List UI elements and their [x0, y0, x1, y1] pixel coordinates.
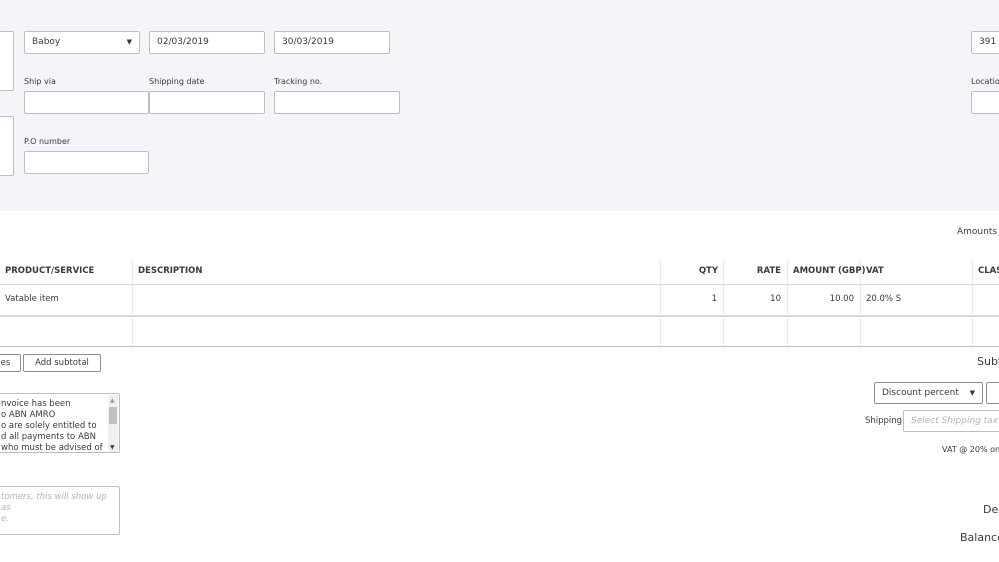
table-bottom-border: [0, 346, 999, 347]
discount-type-select[interactable]: Discount percent ▼: [874, 382, 983, 404]
placeholder-line: tomers, this will show up as: [1, 492, 107, 513]
col-rate: RATE: [756, 266, 781, 276]
cell-product[interactable]: Vatable item: [5, 294, 59, 304]
message-line: o are solely entitled to: [1, 421, 97, 431]
shipping-date-field[interactable]: [149, 91, 265, 114]
empty-table-row[interactable]: [0, 317, 999, 346]
scroll-up-icon[interactable]: ▲: [110, 395, 115, 406]
col-vat: VAT: [866, 266, 884, 276]
terms-select[interactable]: Baboy ▼: [24, 31, 140, 54]
cell-amount[interactable]: 10.00: [787, 294, 854, 304]
caret-down-icon: ▼: [969, 389, 975, 397]
shipping-tax-select[interactable]: Select Shipping tax: [903, 410, 999, 432]
terms-value: Baboy: [32, 37, 61, 47]
clear-lines-button[interactable]: es: [0, 354, 21, 372]
po-field[interactable]: [24, 151, 149, 174]
vat-label: VAT @ 20% on: [942, 445, 999, 454]
shipping-date-label: Shipping date: [149, 77, 205, 86]
message-on-invoice-field[interactable]: nvoice has been o ABN AMRO o are solely …: [0, 393, 120, 453]
cell-rate[interactable]: 10: [723, 294, 781, 304]
row-divider: [0, 284, 999, 285]
shipping-address-field[interactable]: [0, 116, 14, 176]
scrollbar[interactable]: ▲ ▼: [108, 395, 118, 452]
col-product: PRODUCT/SERVICE: [5, 266, 95, 276]
ship-via-field[interactable]: [24, 91, 149, 114]
invoice-no-field[interactable]: 391: [971, 31, 999, 54]
tracking-field[interactable]: [274, 91, 400, 114]
message-line: who must be advised of: [1, 443, 103, 453]
deposit-label: De: [983, 503, 999, 516]
location-label: Locatio: [971, 77, 999, 86]
shipping-label: Shipping: [865, 416, 903, 426]
add-subtotal-button[interactable]: Add subtotal: [23, 354, 101, 372]
scroll-down-icon[interactable]: ▼: [110, 442, 115, 452]
discount-value-field[interactable]: [986, 382, 999, 404]
cell-vat[interactable]: 20.0% S: [866, 294, 901, 304]
placeholder-line: e.: [1, 514, 9, 524]
col-amount: AMOUNT (GBP): [793, 266, 866, 276]
cell-qty[interactable]: 1: [660, 294, 717, 304]
balance-due-label: Balance: [960, 531, 999, 544]
billing-address-field[interactable]: [0, 31, 14, 91]
statement-message-field[interactable]: tomers, this will show up as e.: [0, 486, 120, 535]
discount-type-value: Discount percent: [882, 388, 959, 398]
col-class: CLAS: [978, 266, 999, 276]
invoice-date-field[interactable]: 02/03/2019: [149, 31, 265, 54]
tracking-label: Tracking no.: [274, 77, 323, 86]
subtotal-label: Subt: [977, 355, 999, 368]
col-qty: QTY: [698, 266, 718, 276]
amounts-label: Amounts: [957, 227, 998, 237]
scrollbar-thumb[interactable]: [109, 407, 117, 424]
due-date-field[interactable]: 30/03/2019: [274, 31, 390, 54]
caret-down-icon: ▼: [126, 38, 132, 46]
ship-via-label: Ship via: [24, 77, 56, 86]
po-label: P.O number: [24, 137, 71, 146]
location-field[interactable]: [971, 91, 999, 114]
message-line: o ABN AMRO: [1, 410, 56, 420]
message-line: d all payments to ABN: [1, 432, 96, 442]
message-line: nvoice has been: [1, 399, 71, 409]
col-description: DESCRIPTION: [138, 266, 203, 276]
